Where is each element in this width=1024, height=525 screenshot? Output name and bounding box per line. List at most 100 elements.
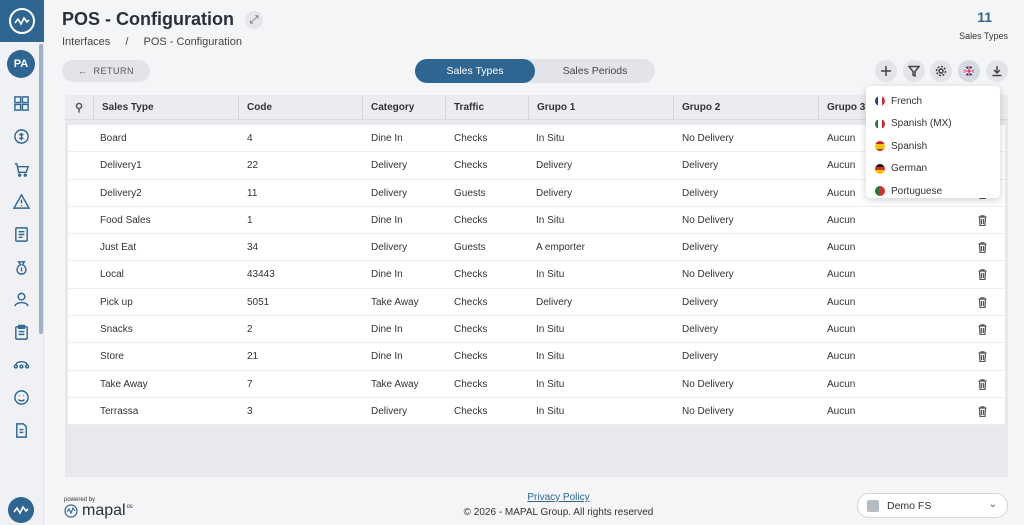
cell-grupo-1: In Situ [536, 351, 565, 363]
cell-category: Delivery [371, 160, 408, 172]
table-body: Board 4 Dine In Checks In Situ No Delivery Auc… [68, 125, 1005, 426]
document-icon[interactable] [12, 421, 30, 439]
cell-sales-type: Terrassa [100, 405, 139, 417]
cell-code: 22 [247, 160, 259, 172]
cell-traffic: Checks [454, 214, 488, 226]
flag-es-icon [875, 141, 885, 152]
cell-category: Take Away [371, 378, 419, 390]
logo-wave-icon [9, 8, 35, 34]
table-row[interactable]: Take Away 7 Take Away Checks In Situ No Deliv… [68, 371, 1005, 398]
cart-icon[interactable] [12, 160, 30, 178]
cell-traffic: Checks [454, 351, 488, 363]
filter-button[interactable] [903, 60, 925, 82]
column-header-category[interactable]: Category [362, 95, 445, 120]
tab-sales-periods[interactable]: Sales Periods [535, 59, 655, 83]
cell-sales-type: Pick up [100, 296, 133, 308]
trash-icon[interactable] [978, 215, 987, 226]
trash-icon[interactable] [978, 296, 987, 308]
download-button[interactable] [986, 60, 1008, 82]
cell-sales-type: Local [100, 269, 124, 281]
language-option-spanish[interactable]: Spanish [866, 135, 1000, 158]
table-row[interactable]: Snacks 2 Dine In Checks In Situ Delivery Aucun [68, 316, 1005, 344]
column-header-traffic[interactable]: Traffic [445, 95, 528, 120]
language-option-german[interactable]: German [866, 158, 1000, 181]
cell-category: Take Away [371, 296, 419, 308]
sales-types-count-label: Sales Types [959, 31, 1008, 41]
user-icon[interactable] [12, 290, 30, 308]
trash-icon[interactable] [978, 406, 987, 418]
clipboard-icon[interactable] [12, 323, 30, 341]
cell-grupo-2: Delivery [682, 296, 719, 308]
language-option-french[interactable]: French [866, 90, 1000, 113]
search-column-button[interactable]: ⚲ [65, 95, 93, 120]
alert-icon[interactable] [12, 192, 30, 210]
settings-icon [935, 65, 947, 77]
table-row[interactable]: Food Sales 1 Dine In Checks In Situ No Delive… [68, 207, 1005, 235]
cell-grupo-3: Aucun [827, 214, 856, 226]
money-bag-icon[interactable] [12, 258, 30, 276]
add-button[interactable] [875, 60, 897, 82]
cell-grupo-3: Aucun [827, 133, 856, 144]
integration-icon[interactable] [12, 356, 30, 374]
smiley-icon[interactable] [12, 388, 30, 406]
cell-grupo-2: No Delivery [682, 405, 734, 417]
cell-grupo-1: Delivery [536, 187, 573, 199]
column-header-grupo-2[interactable]: Grupo 2 [673, 95, 818, 120]
trash-icon[interactable] [978, 269, 987, 281]
trash-icon[interactable] [978, 378, 987, 390]
cell-grupo-2: No Delivery [682, 214, 734, 226]
dashboard-icon[interactable] [12, 94, 30, 112]
cell-traffic: Checks [454, 160, 488, 172]
table-row[interactable]: Delivery1 22 Delivery Checks Delivery Deliver… [68, 152, 1005, 180]
cell-category: Dine In [371, 214, 403, 226]
language-label: Portuguese [891, 185, 943, 197]
language-button[interactable] [958, 60, 980, 82]
return-label: RETURN [93, 66, 134, 76]
report-icon[interactable] [12, 225, 30, 243]
trash-icon[interactable] [978, 242, 987, 254]
table-row[interactable]: Local 43443 Dine In Checks In Situ No Deliver… [68, 261, 1005, 289]
cell-category: Dine In [371, 133, 403, 144]
cell-grupo-2: Delivery [682, 242, 719, 254]
cell-code: 21 [247, 351, 259, 363]
trash-icon[interactable] [978, 351, 987, 363]
cell-traffic: Checks [454, 269, 488, 281]
arrow-left-icon: ← [78, 66, 88, 76]
app-logo[interactable] [0, 0, 44, 42]
sidebar-scrollbar[interactable] [39, 44, 43, 334]
table-row[interactable]: Delivery2 11 Delivery Guests Delivery Deliver… [68, 180, 1005, 207]
trash-icon[interactable] [978, 324, 987, 336]
cell-grupo-1: In Situ [536, 378, 565, 390]
page-title: POS - Configuration [62, 9, 234, 29]
language-label: French [891, 95, 923, 107]
table-row[interactable]: Pick up 5051 Take Away Checks Delivery Delive… [68, 289, 1005, 317]
table-row[interactable]: Terrassa 3 Delivery Checks In Situ No Deliver… [68, 398, 1005, 426]
settings-button[interactable] [930, 60, 952, 82]
cell-grupo-1: In Situ [536, 405, 565, 417]
breadcrumb-link-interfaces[interactable]: Interfaces [62, 36, 110, 48]
cell-category: Dine In [371, 351, 403, 363]
cell-sales-type: Food Sales [100, 214, 151, 226]
language-menu: French Spanish (MX) Spanish German Portu… [866, 86, 1000, 198]
table-row[interactable]: Just Eat 34 Delivery Guests A emporter Delive… [68, 234, 1005, 262]
column-header-sales-type[interactable]: Sales Type [93, 95, 238, 120]
language-option-spanish-mx[interactable]: Spanish (MX) [866, 113, 1000, 136]
column-header-code[interactable]: Code [238, 95, 362, 120]
expand-icon[interactable]: ⤢ [245, 11, 263, 29]
tab-sales-types[interactable]: Sales Types [415, 59, 535, 83]
table-row[interactable]: Store 21 Dine In Checks In Situ Delivery Aucun [68, 343, 1005, 371]
avatar[interactable]: PA [7, 50, 35, 78]
cell-grupo-3: Aucun [827, 405, 856, 417]
cell-code: 43443 [247, 269, 275, 281]
sales-icon[interactable] [12, 127, 30, 145]
cell-grupo-2: No Delivery [682, 378, 734, 390]
cell-category: Dine In [371, 269, 403, 281]
cell-code: 11 [247, 187, 258, 199]
language-option-portuguese[interactable]: Portuguese [866, 180, 1000, 203]
table-row[interactable]: Board 4 Dine In Checks In Situ No Delivery Auc… [68, 125, 1005, 153]
sidebar: PA [0, 0, 44, 525]
company-selector[interactable]: Demo FS ⌄ [857, 493, 1008, 518]
return-button[interactable]: ← RETURN [62, 60, 150, 82]
column-header-grupo-1[interactable]: Grupo 1 [528, 95, 673, 120]
plus-icon [881, 66, 891, 76]
